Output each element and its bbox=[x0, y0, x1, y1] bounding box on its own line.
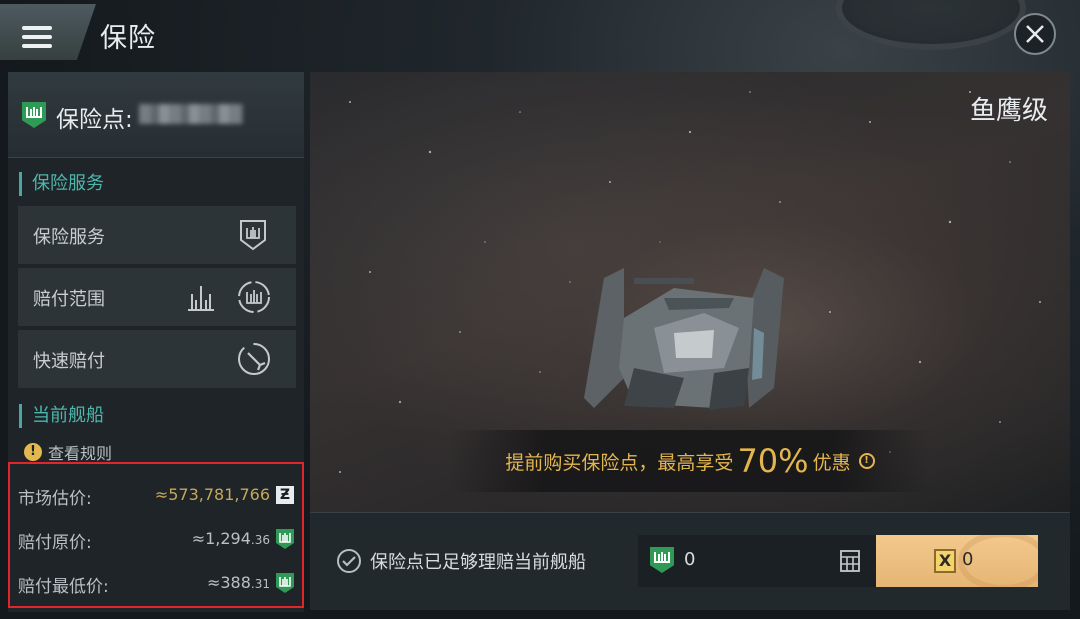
close-button[interactable] bbox=[1014, 13, 1056, 55]
insurance-screen: 保险 保险点: 保险服务 保险服务 赔付范围 快速赔付 当前舰船 ! 查看规则 … bbox=[0, 0, 1080, 619]
payout-original-row: 赔付原价: ≈1,294.36 bbox=[18, 524, 298, 554]
currency-x-icon: X bbox=[934, 549, 956, 573]
header-bar: 保险 bbox=[0, 0, 1080, 68]
view-rules-label[interactable]: 查看规则 bbox=[48, 440, 112, 464]
shield-ship-icon bbox=[240, 220, 266, 251]
info-exclamation-icon[interactable]: ! bbox=[858, 453, 875, 469]
service-item-quick-payout[interactable]: 快速赔付 bbox=[18, 330, 296, 388]
insurance-point-icon bbox=[22, 102, 46, 128]
close-icon[interactable] bbox=[1024, 23, 1046, 45]
ships-fleet-icon bbox=[188, 286, 214, 311]
payout-minimum-value: ≈388.31 bbox=[206, 573, 270, 592]
market-estimate-value: ≈573,781,766 bbox=[154, 485, 270, 504]
market-estimate-row: 市场估价: ≈573,781,766 Ƶ bbox=[18, 480, 298, 510]
insurance-points-row: 保险点: bbox=[8, 72, 304, 158]
insurance-points-value-obscured bbox=[139, 104, 243, 124]
promo-percent: 70% bbox=[737, 442, 809, 480]
isk-currency-icon: Ƶ bbox=[276, 486, 294, 504]
calculator-icon[interactable] bbox=[840, 550, 860, 572]
ship-class-name: 鱼鹰级 bbox=[969, 96, 1048, 126]
quick-payout-icon bbox=[238, 343, 270, 375]
sufficient-label: 保险点已足够理赔当前舰船 bbox=[370, 552, 586, 573]
market-estimate-label: 市场估价: bbox=[18, 489, 92, 509]
payout-minimum-label: 赔付最低价: bbox=[18, 577, 109, 597]
points-quantity-value[interactable]: 0 bbox=[684, 549, 695, 570]
check-circle-icon bbox=[337, 549, 361, 573]
service-item-insurance[interactable]: 保险服务 bbox=[18, 206, 296, 264]
promo-text-prefix: 提前购买保险点，最高享受 bbox=[505, 451, 734, 474]
insurance-points-label: 保险点: bbox=[56, 107, 133, 133]
coverage-scope-icon bbox=[238, 281, 270, 313]
insurance-point-icon bbox=[276, 573, 294, 593]
buy-cost-value: 0 bbox=[962, 549, 974, 570]
hamburger-menu-icon[interactable] bbox=[22, 26, 52, 48]
section-insurance-services: 保险服务 bbox=[19, 172, 104, 196]
section-current-ship: 当前舰船 bbox=[19, 404, 104, 428]
sidebar: 保险点: 保险服务 保险服务 赔付范围 快速赔付 当前舰船 ! 查看规则 市场估… bbox=[8, 72, 304, 612]
service-label: 快速赔付 bbox=[33, 351, 105, 372]
view-rules-link[interactable]: ! 查看规则 bbox=[24, 441, 112, 463]
ship-preview: 鱼鹰级 提前购买保险点，最高享受 70% 优惠 ! bbox=[310, 72, 1070, 512]
service-label: 保险服务 bbox=[33, 227, 105, 248]
payout-minimum-row: 赔付最低价: ≈388.31 bbox=[18, 568, 298, 598]
purchase-bar: 保险点已足够理赔当前舰船 0 X 0 bbox=[310, 512, 1070, 610]
page-title: 保险 bbox=[100, 23, 156, 54]
payout-original-value: ≈1,294.36 bbox=[191, 529, 270, 548]
service-item-coverage[interactable]: 赔付范围 bbox=[18, 268, 296, 326]
sufficient-status: 保险点已足够理赔当前舰船 bbox=[336, 548, 586, 574]
insurance-point-icon bbox=[276, 529, 294, 549]
ship-model bbox=[584, 268, 784, 410]
points-quantity-field[interactable]: 0 bbox=[638, 535, 876, 587]
insurance-point-icon bbox=[650, 547, 674, 573]
promo-banner: 提前购买保险点，最高享受 70% 优惠 ! bbox=[450, 430, 930, 492]
ship-valuation-box: 市场估价: ≈573,781,766 Ƶ 赔付原价: ≈1,294.36 赔付最… bbox=[8, 462, 304, 608]
decorative-ring bbox=[836, 0, 1026, 50]
exclamation-icon: ! bbox=[24, 443, 42, 461]
service-label: 赔付范围 bbox=[33, 289, 105, 310]
promo-text-suffix: 优惠 bbox=[812, 451, 851, 474]
menu-button[interactable] bbox=[0, 4, 96, 60]
payout-original-label: 赔付原价: bbox=[18, 533, 92, 553]
buy-button[interactable]: X 0 bbox=[876, 535, 1038, 587]
